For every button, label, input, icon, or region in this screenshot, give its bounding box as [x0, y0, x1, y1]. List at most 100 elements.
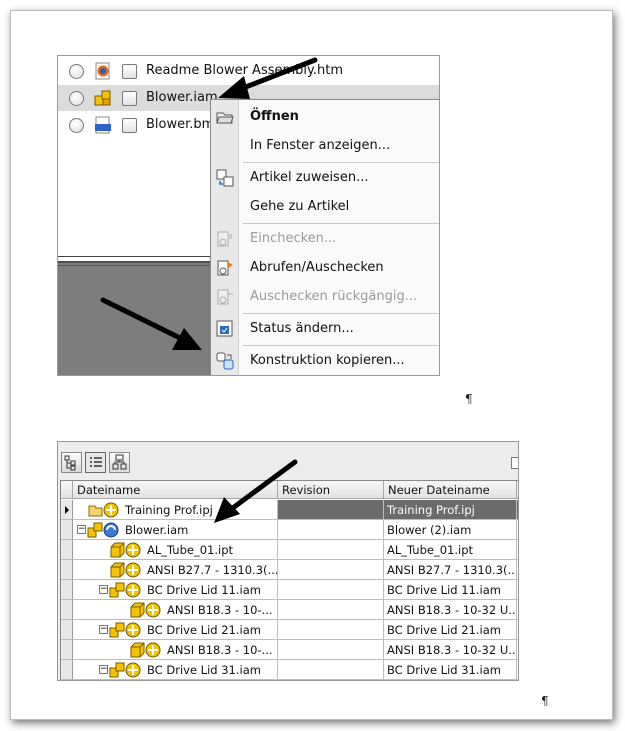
assembly-icon [87, 521, 119, 539]
menu-item-undo-check-out: Auschecken rückgängig... [211, 284, 439, 311]
menu-item-copy-design[interactable]: Konstruktion kopieren... [211, 348, 439, 375]
revision-cell[interactable] [278, 520, 384, 540]
file-row-readme[interactable]: Readme Blower Assembly.htm [58, 58, 439, 84]
row-selector[interactable] [61, 540, 73, 560]
radio-button[interactable] [69, 91, 84, 106]
part-icon [109, 541, 141, 559]
filename-text: BC Drive Lid 31.iam [147, 663, 261, 677]
menu-item-open[interactable]: Öffnen [211, 104, 439, 131]
revision-cell[interactable] [278, 600, 384, 620]
column-header-new-filename[interactable]: Neuer Dateiname [384, 481, 517, 499]
menu-item-show-in-window[interactable]: In Fenster anzeigen... [211, 133, 439, 160]
new-filename-cell[interactable]: AL_Tube_01.ipt [384, 540, 517, 560]
new-filename-cell[interactable]: ANSI B18.3 - 10-32 U... [384, 600, 517, 620]
undo-checkout-icon [216, 288, 234, 306]
copy-design-icon [216, 352, 234, 370]
new-filename-cell[interactable]: Blower (2).iam [384, 520, 517, 540]
filename-cell[interactable]: − BC Drive Lid 11.iam [73, 580, 278, 600]
new-filename-cell[interactable]: BC Drive Lid 31.iam [384, 660, 517, 680]
new-filename-cell[interactable]: Training Prof.ipj [384, 500, 517, 520]
filename-cell[interactable]: ANSI B27.7 - 1310.3(... [73, 560, 278, 580]
filename-text: BC Drive Lid 11.iam [147, 583, 261, 597]
new-filename-cell[interactable]: BC Drive Lid 11.iam [384, 580, 517, 600]
change-state-icon [216, 320, 234, 338]
table-row[interactable]: ANSI B27.7 - 1310.3(... ANSI B27.7 - 131… [61, 560, 518, 580]
menu-item-check-in: Einchecken... [211, 226, 439, 253]
table-row[interactable]: ANSI B18.3 - 10-... ANSI B18.3 - 10-32 U… [61, 600, 518, 620]
menu-item-label: Status ändern... [250, 321, 354, 336]
menu-item-label: Konstruktion kopieren... [250, 353, 405, 368]
tree-view-button[interactable] [61, 452, 82, 473]
paragraph-mark: ¶ [465, 392, 473, 406]
list-view-button[interactable] [85, 452, 106, 473]
menu-item-change-state[interactable]: Status ändern... [211, 316, 439, 343]
copy-design-screenshot: Dateiname Revision Neuer Dateiname V Tra… [57, 441, 519, 681]
file-checkbox[interactable] [122, 64, 137, 79]
filename-cell[interactable]: ANSI B18.3 - 10-... [73, 600, 278, 620]
menu-item-label: Artikel zuweisen... [250, 170, 369, 185]
menu-separator [243, 313, 439, 314]
menu-item-go-to-item[interactable]: Gehe zu Artikel [211, 194, 439, 221]
filename-cell[interactable]: − Blower.iam [73, 520, 278, 540]
option-checkbox[interactable] [511, 457, 518, 469]
table-row[interactable]: ANSI B18.3 - 10-... ANSI B18.3 - 10-32 U… [61, 640, 518, 660]
revision-cell[interactable] [278, 620, 384, 640]
structure-view-button[interactable] [109, 452, 130, 473]
filename-cell[interactable]: Training Prof.ipj [73, 500, 278, 520]
filename-text: AL_Tube_01.ipt [147, 543, 234, 557]
collapse-icon[interactable]: − [99, 625, 108, 634]
radio-button[interactable] [69, 118, 84, 133]
table-row[interactable]: Training Prof.ipj Training Prof.ipj [61, 500, 518, 520]
extra-cell: S [517, 560, 518, 580]
assembly-icon [94, 89, 112, 107]
toolbar [58, 442, 518, 478]
extra-cell: S [517, 620, 518, 640]
revision-cell[interactable] [278, 560, 384, 580]
row-selector[interactable] [61, 660, 73, 680]
check-in-icon [216, 230, 234, 248]
collapse-icon[interactable]: − [99, 665, 108, 674]
column-header-filename[interactable]: Dateiname [73, 481, 278, 499]
table-row[interactable]: − Blower.iam Blower (2).iam S [61, 520, 518, 540]
table-row[interactable]: − BC Drive Lid 21.iam BC Drive Lid 21.ia… [61, 620, 518, 640]
collapse-icon[interactable]: − [99, 585, 108, 594]
project-icon [87, 501, 119, 519]
column-header-extra[interactable]: V [517, 481, 518, 499]
menu-separator [243, 162, 439, 163]
copy-design-grid: Dateiname Revision Neuer Dateiname V Tra… [60, 480, 518, 680]
list-view-icon [90, 457, 102, 467]
file-checkbox[interactable] [122, 91, 137, 106]
row-selector[interactable] [61, 580, 73, 600]
table-row[interactable]: AL_Tube_01.ipt AL_Tube_01.ipt S [61, 540, 518, 560]
row-selector[interactable] [61, 600, 73, 620]
revision-cell[interactable] [278, 660, 384, 680]
collapse-icon[interactable]: − [77, 525, 86, 534]
table-row[interactable]: − BC Drive Lid 31.iam BC Drive Lid 31.ia… [61, 660, 518, 680]
row-selector[interactable] [61, 520, 73, 540]
table-row[interactable]: − BC Drive Lid 11.iam BC Drive Lid 11.ia… [61, 580, 518, 600]
filename-cell[interactable]: − BC Drive Lid 21.iam [73, 620, 278, 640]
row-selector[interactable] [61, 640, 73, 660]
new-filename-cell[interactable]: BC Drive Lid 21.iam [384, 620, 517, 640]
file-checkbox[interactable] [122, 118, 137, 133]
assembly-icon [109, 581, 141, 599]
row-selector[interactable] [61, 560, 73, 580]
column-header-revision[interactable]: Revision [278, 481, 384, 499]
menu-item-assign-item[interactable]: Artikel zuweisen... [211, 165, 439, 192]
revision-cell[interactable] [278, 640, 384, 660]
revision-cell[interactable] [278, 580, 384, 600]
revision-cell[interactable] [278, 500, 384, 520]
new-filename-cell[interactable]: ANSI B18.3 - 10-32 U... [384, 640, 517, 660]
revision-cell[interactable] [278, 540, 384, 560]
menu-item-check-out[interactable]: Abrufen/Auschecken [211, 255, 439, 282]
current-row-icon [65, 506, 69, 514]
new-filename-cell[interactable]: ANSI B27.7 - 1310.3(... [384, 560, 517, 580]
row-selector[interactable] [61, 500, 73, 520]
radio-button[interactable] [69, 64, 84, 79]
filename-cell[interactable]: AL_Tube_01.ipt [73, 540, 278, 560]
filename-cell[interactable]: − BC Drive Lid 31.iam [73, 660, 278, 680]
filename-cell[interactable]: ANSI B18.3 - 10-... [73, 640, 278, 660]
extra-cell: S [517, 540, 518, 560]
row-selector[interactable] [61, 620, 73, 640]
assembly-icon [109, 621, 141, 639]
